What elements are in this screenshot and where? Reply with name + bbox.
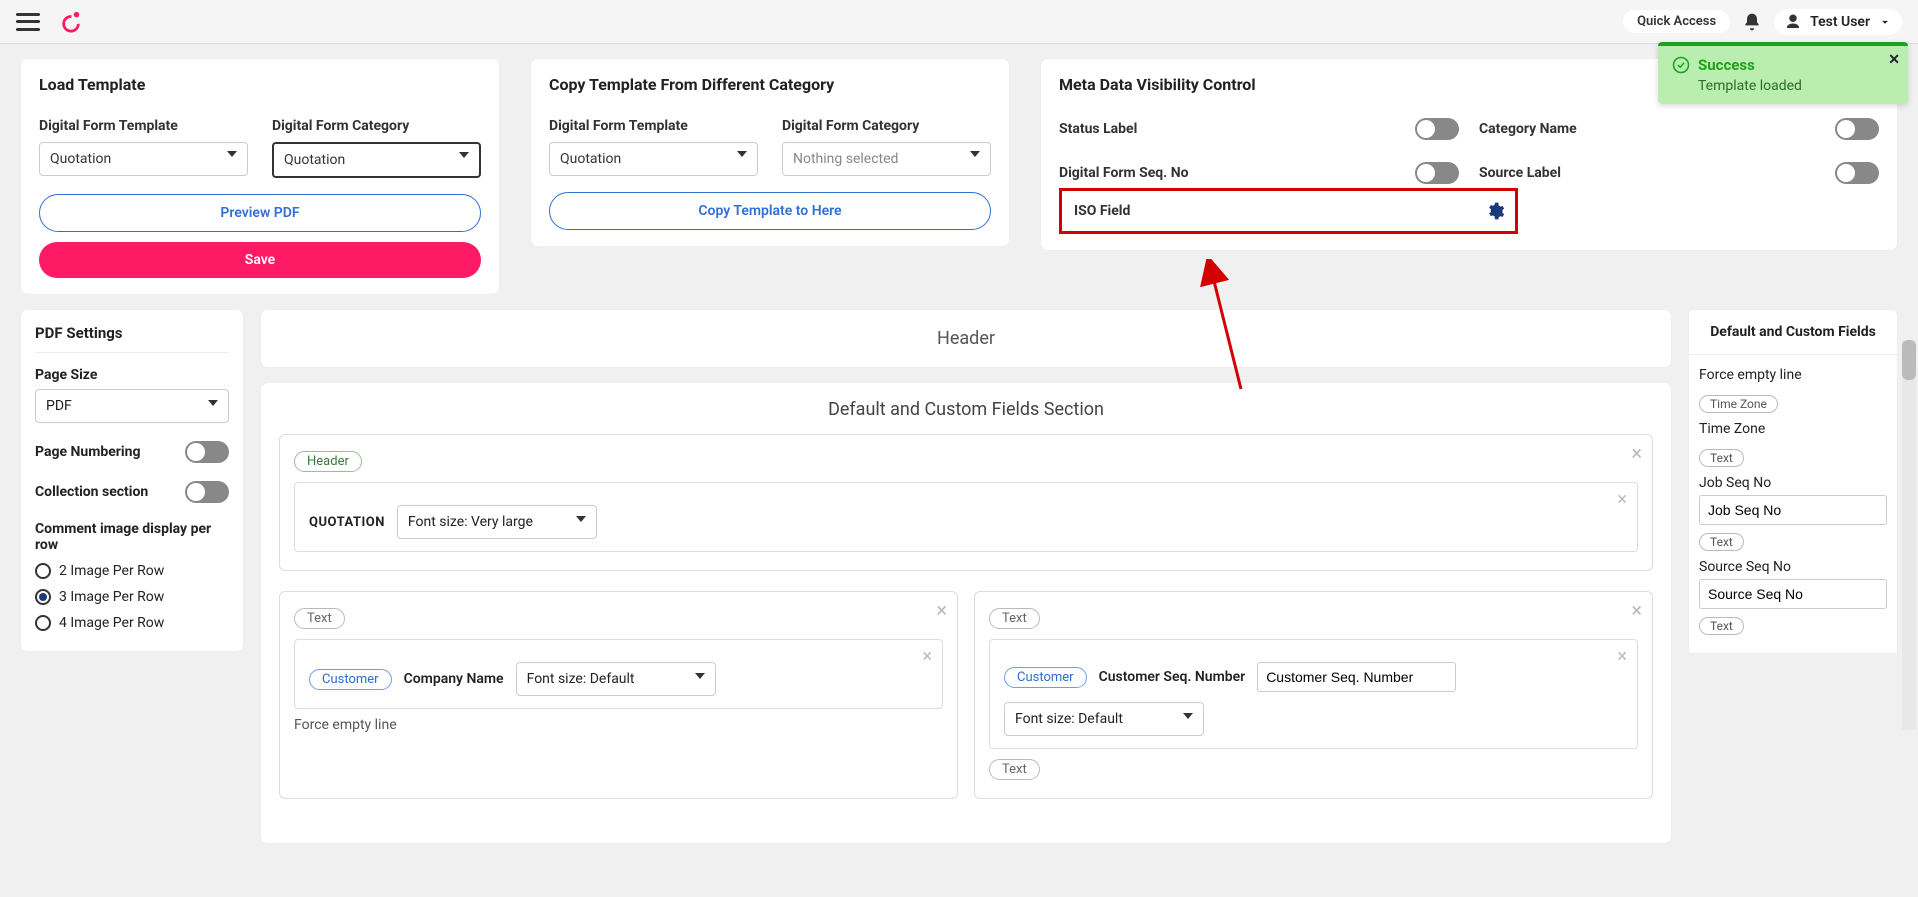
user-menu[interactable]: Test User [1774, 9, 1902, 35]
force-empty-line: Force empty line [294, 717, 943, 733]
pdf-settings-title: PDF Settings [35, 324, 229, 353]
radio-2-per-row[interactable]: 2 Image Per Row [35, 563, 229, 579]
top-bar: Quick Access Test User Success Template … [0, 0, 1918, 44]
topbar-right: Quick Access Test User [1623, 9, 1902, 35]
hamburger-icon[interactable] [16, 13, 40, 31]
page-numbering-toggle[interactable] [185, 441, 229, 463]
text-tag: Text [989, 759, 1040, 780]
page-size-select[interactable]: PDF [35, 389, 229, 423]
user-icon [1784, 13, 1802, 31]
card-title: Copy Template From Different Category [549, 75, 991, 94]
copy-template-select[interactable]: Quotation [549, 142, 758, 176]
header-tag: Header [294, 451, 362, 472]
customer-tag: Customer [1004, 667, 1087, 688]
iso-field-label: ISO Field [1074, 203, 1130, 219]
chevron-down-icon [1878, 15, 1892, 29]
inner-close-button[interactable]: × [922, 646, 932, 667]
page-numbering-label: Page Numbering [35, 444, 140, 460]
status-label: Status Label [1059, 121, 1395, 137]
category-select[interactable]: Quotation [272, 142, 481, 178]
text-blocks-row: Text × × Customer Company Name Font size… [279, 591, 1653, 819]
seq-inner: × Customer Customer Seq. Number Font siz… [989, 639, 1638, 749]
customer-tag: Customer [309, 669, 392, 690]
company-name-block: Text × × Customer Company Name Font size… [279, 591, 958, 799]
pdf-settings-card: PDF Settings Page Size PDF Page Numberin… [20, 309, 244, 652]
copy-category-select[interactable]: Nothing selected [782, 142, 991, 176]
font-size-select[interactable]: Font size: Default [516, 662, 716, 696]
block-close-button[interactable]: × [1631, 441, 1642, 465]
template-select[interactable]: Quotation [39, 142, 248, 176]
header-inner: × QUOTATION Font size: Very large [294, 482, 1638, 552]
right-fields-panel: Default and Custom Fields Force empty li… [1688, 309, 1898, 654]
fields-section-panel: Default and Custom Fields Section Header… [260, 382, 1672, 844]
scrollbar[interactable] [1902, 340, 1916, 730]
card-title: Load Template [39, 75, 481, 94]
job-seq-input[interactable] [1699, 495, 1887, 525]
company-inner: × Customer Company Name Font size: Defau… [294, 639, 943, 709]
toast-title: Success [1698, 56, 1755, 74]
quotation-label: QUOTATION [309, 515, 385, 530]
quick-access-button[interactable]: Quick Access [1623, 10, 1730, 33]
seq-no-label: Digital Form Seq. No [1059, 165, 1395, 181]
preview-pdf-button[interactable]: Preview PDF [39, 194, 481, 232]
inner-close-button[interactable]: × [1617, 489, 1627, 510]
source-seq-input[interactable] [1699, 579, 1887, 609]
template-label: Digital Form Template [39, 118, 248, 134]
collection-section-toggle[interactable] [185, 481, 229, 503]
topbar-left [16, 11, 82, 33]
copy-template-card: Copy Template From Different Category Di… [530, 58, 1010, 247]
text-tag: Text [294, 608, 345, 629]
save-button[interactable]: Save [39, 242, 481, 278]
collection-section-label: Collection section [35, 484, 148, 500]
annotation-arrow [1191, 259, 1271, 399]
check-circle-icon [1672, 56, 1690, 74]
force-empty-line-item[interactable]: Force empty line [1699, 363, 1887, 387]
toast-message: Template loaded [1672, 78, 1894, 94]
seq-no-toggle[interactable] [1415, 162, 1459, 184]
lower-area: PDF Settings Page Size PDF Page Numberin… [0, 295, 1918, 844]
job-seq-field[interactable]: Text Job Seq No [1699, 449, 1887, 525]
company-name-label: Company Name [404, 671, 504, 687]
source-label: Source Label [1479, 165, 1815, 181]
text-tag: Text [989, 608, 1040, 629]
app-logo [60, 11, 82, 33]
header-block: Header × × QUOTATION Font size: Very lar… [279, 434, 1653, 571]
header-panel: Header [260, 309, 1672, 368]
bell-icon[interactable] [1742, 12, 1762, 32]
copy-template-button[interactable]: Copy Template to Here [549, 192, 991, 230]
timezone-field[interactable]: Time Zone Time Zone [1699, 395, 1887, 441]
text-field-stub[interactable]: Text [1699, 617, 1887, 639]
cards-row: Load Template Digital Form Template Quot… [0, 44, 1918, 295]
gear-icon[interactable] [1485, 201, 1505, 221]
status-label-toggle[interactable] [1415, 118, 1459, 140]
radio-3-per-row[interactable]: 3 Image Per Row [35, 589, 229, 605]
category-label: Digital Form Category [272, 118, 481, 134]
font-size-select[interactable]: Font size: Default [1004, 702, 1204, 736]
right-panel-body: Force empty line Time Zone Time Zone Tex… [1688, 355, 1898, 654]
source-seq-field[interactable]: Text Source Seq No [1699, 533, 1887, 609]
inner-close-button[interactable]: × [1617, 646, 1627, 667]
iso-field-highlight: ISO Field [1059, 188, 1518, 234]
category-name-label: Category Name [1479, 121, 1815, 137]
customer-seq-block: Text × × Customer Customer Seq. Number F… [974, 591, 1653, 799]
source-label-toggle[interactable] [1835, 162, 1879, 184]
customer-seq-label: Customer Seq. Number [1099, 669, 1246, 685]
section-title: Default and Custom Fields Section [279, 399, 1653, 420]
comment-display-label: Comment image display per row [35, 521, 229, 553]
font-size-select[interactable]: Font size: Very large [397, 505, 597, 539]
block-close-button[interactable]: × [936, 598, 947, 622]
template-label: Digital Form Template [549, 118, 758, 134]
toast-close-button[interactable]: ✕ [1888, 52, 1900, 68]
block-close-button[interactable]: × [1631, 598, 1642, 622]
radio-4-per-row[interactable]: 4 Image Per Row [35, 615, 229, 631]
right-panel-title: Default and Custom Fields [1688, 309, 1898, 355]
user-name-label: Test User [1810, 14, 1870, 30]
customer-seq-input[interactable] [1257, 662, 1456, 692]
category-name-toggle[interactable] [1835, 118, 1879, 140]
category-label: Digital Form Category [782, 118, 991, 134]
page-size-label: Page Size [35, 367, 229, 383]
success-toast: Success Template loaded ✕ [1658, 42, 1908, 104]
main-area: Header Default and Custom Fields Section… [260, 309, 1672, 844]
load-template-card: Load Template Digital Form Template Quot… [20, 58, 500, 295]
